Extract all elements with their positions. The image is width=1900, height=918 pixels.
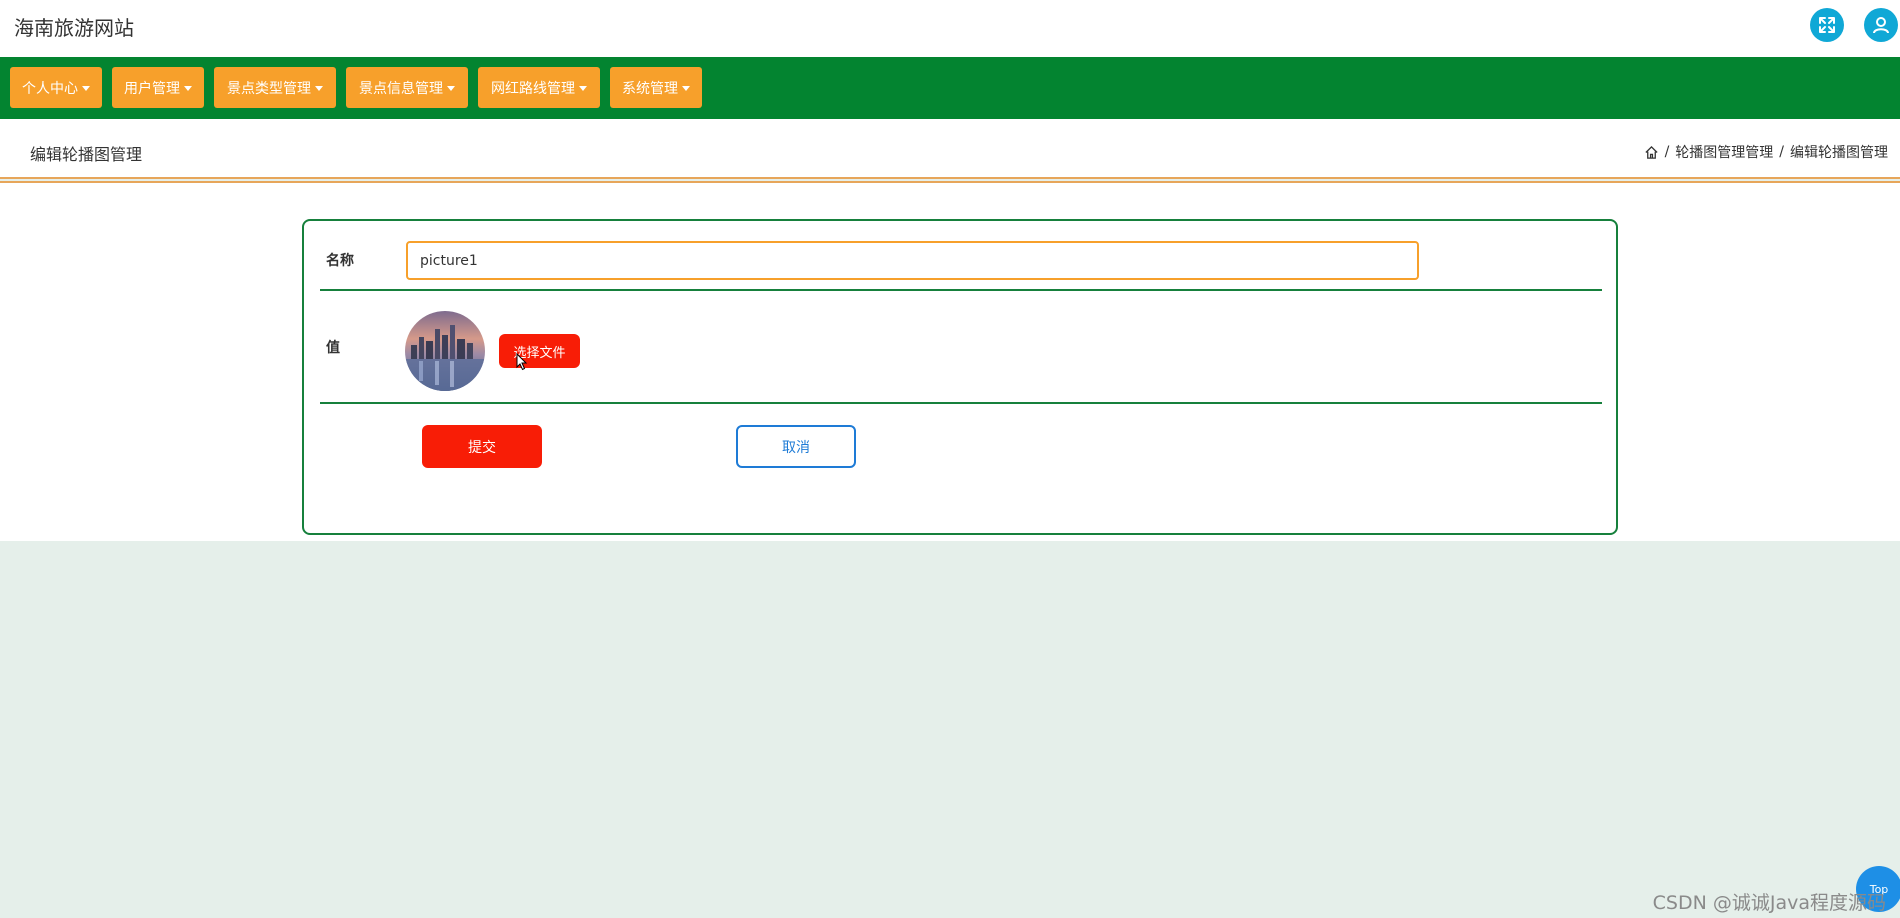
caret-down-icon (184, 85, 192, 91)
nav-item-label: 用户管理 (124, 80, 180, 97)
breadcrumb-item-carousel[interactable]: 轮播图管理管理 (1675, 142, 1773, 162)
breadcrumb: / 轮播图管理管理 / 编辑轮播图管理 (1644, 142, 1888, 162)
edit-form: 名称 值 (302, 219, 1618, 535)
nav-item-personal-center[interactable]: 个人中心 (10, 67, 102, 108)
header: 海南旅游网站 (0, 0, 1900, 57)
nav-item-label: 网红路线管理 (491, 80, 575, 97)
page: 海南旅游网站 个人中心 用户管理 景点类型管理 景点信息管理 网红路线管理 系统… (0, 0, 1900, 918)
caret-down-icon (579, 85, 587, 91)
breadcrumb-separator: / (1779, 144, 1784, 160)
fullscreen-button[interactable] (1810, 8, 1844, 42)
name-label: 名称 (326, 253, 354, 269)
cancel-button[interactable]: 取消 (736, 425, 856, 468)
form-row-value: 值 选择文件 (320, 291, 1602, 404)
city-skyline-image (405, 311, 485, 391)
user-button[interactable] (1864, 8, 1898, 42)
nav-item-label: 系统管理 (622, 80, 678, 97)
nav-item-label: 景点类型管理 (227, 80, 311, 97)
nav-item-route-management[interactable]: 网红路线管理 (478, 67, 600, 108)
value-label: 值 (326, 340, 340, 356)
form-row-name: 名称 (320, 241, 1602, 291)
page-header: 编辑轮播图管理 / 轮播图管理管理 / 编辑轮播图管理 (0, 119, 1900, 177)
mouse-cursor-icon (516, 353, 528, 371)
nav-item-user-management[interactable]: 用户管理 (112, 67, 204, 108)
nav-item-spot-info-management[interactable]: 景点信息管理 (346, 67, 468, 108)
expand-icon (1819, 17, 1835, 33)
home-icon[interactable] (1644, 145, 1659, 160)
page-title: 编辑轮播图管理 (30, 145, 143, 164)
user-icon (1873, 17, 1889, 34)
caret-down-icon (315, 85, 323, 91)
caret-down-icon (682, 85, 690, 91)
choose-file-button[interactable]: 选择文件 (499, 334, 580, 368)
nav-item-system-management[interactable]: 系统管理 (610, 67, 702, 108)
caret-down-icon (82, 85, 90, 91)
breadcrumb-separator: / (1664, 144, 1670, 160)
submit-button[interactable]: 提交 (422, 425, 542, 468)
main-nav: 个人中心 用户管理 景点类型管理 景点信息管理 网红路线管理 系统管理 (0, 57, 1900, 119)
watermark: CSDN @诚诚Java程度源码 (1652, 892, 1886, 914)
breadcrumb-item-edit: 编辑轮播图管理 (1790, 145, 1888, 161)
image-preview (405, 311, 485, 391)
nav-item-label: 景点信息管理 (359, 80, 443, 97)
nav-item-label: 个人中心 (22, 80, 78, 97)
caret-down-icon (447, 85, 455, 91)
divider (0, 177, 1900, 179)
site-title: 海南旅游网站 (14, 16, 134, 40)
nav-item-spot-type-management[interactable]: 景点类型管理 (214, 67, 336, 108)
name-input[interactable] (406, 241, 1419, 280)
